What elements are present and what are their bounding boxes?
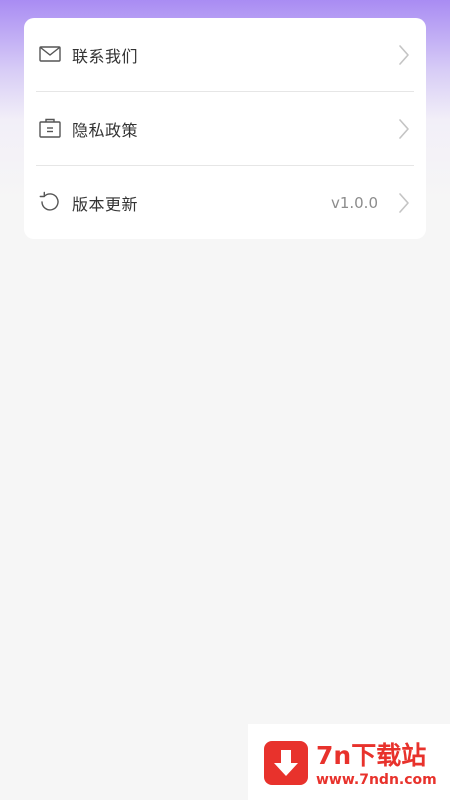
privacy-policy-label: 隐私政策 [72, 120, 139, 140]
refresh-icon [39, 191, 59, 211]
version-update-label: 版本更新 [72, 194, 139, 214]
settings-card: 联系我们 隐私政策 版本更新 v1.0.0 [24, 18, 426, 239]
mail-icon [39, 46, 61, 62]
watermark-url: www.7ndn.com [316, 772, 437, 788]
download-arrow-icon [264, 741, 308, 785]
privacy-policy-item[interactable]: 隐私政策 [24, 92, 426, 165]
contact-us-item[interactable]: 联系我们 [24, 18, 426, 91]
contact-us-label: 联系我们 [72, 46, 139, 66]
briefcase-icon [39, 118, 61, 138]
chevron-right-icon [399, 119, 409, 139]
watermark-title: 7n下载站 [316, 741, 427, 770]
chevron-right-icon [399, 193, 409, 213]
version-update-item[interactable]: 版本更新 v1.0.0 [24, 166, 426, 239]
chevron-right-icon [399, 45, 409, 65]
version-number: v1.0.0 [330, 193, 378, 212]
site-watermark: 7n下载站 www.7ndn.com [248, 724, 450, 800]
